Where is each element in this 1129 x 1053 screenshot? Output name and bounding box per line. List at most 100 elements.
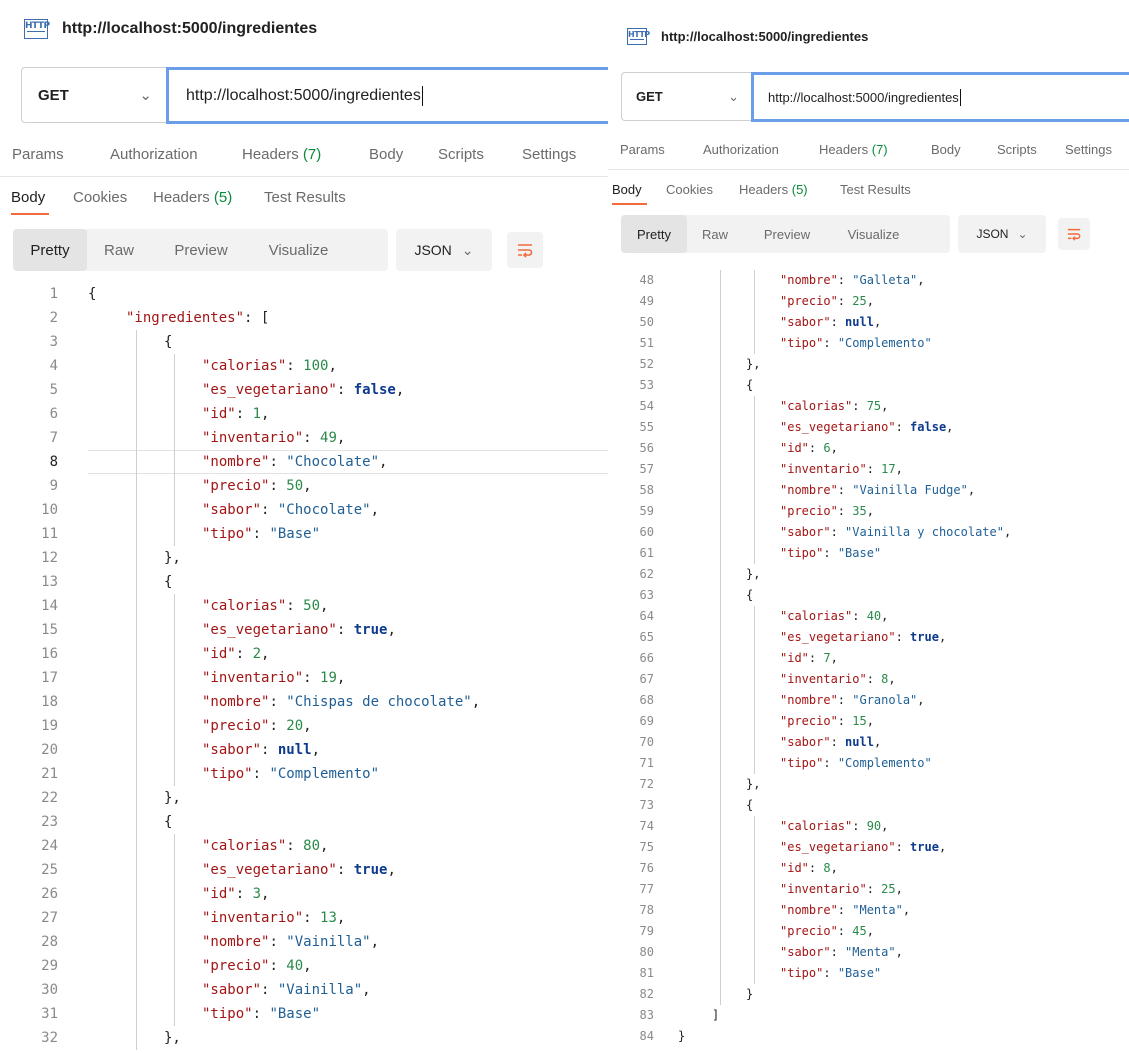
indent-guide bbox=[136, 978, 137, 1002]
url-input[interactable]: http://localhost:5000/ingredientes bbox=[751, 72, 1129, 122]
code-text: }, bbox=[164, 1026, 181, 1050]
json-punct: , bbox=[303, 718, 312, 734]
tab-label: Body bbox=[612, 182, 642, 197]
code-text: "sabor": "Vainilla y chocolate", bbox=[780, 522, 1011, 543]
line-number: 55 bbox=[639, 420, 654, 434]
code-line: 19 "precio": 20, bbox=[0, 714, 608, 738]
request-tab-authorization[interactable]: Authorization bbox=[110, 141, 198, 169]
tab-label: Headers bbox=[242, 146, 303, 163]
view-mode-raw[interactable]: Raw bbox=[87, 229, 151, 271]
indent-guide bbox=[720, 942, 721, 963]
json-punct: }, bbox=[746, 567, 761, 581]
response-body-code[interactable]: 1{2 "ingredientes": [3{4 "calorias": 100, 5… bbox=[0, 282, 608, 1053]
json-key: "calorias" bbox=[780, 399, 853, 413]
json-number: 50 bbox=[286, 478, 304, 494]
indent-guide bbox=[720, 627, 721, 648]
request-tab-headers[interactable]: Headers (7) bbox=[819, 136, 888, 164]
json-string: "Galleta" bbox=[852, 273, 918, 287]
json-key: "sabor" bbox=[780, 315, 831, 329]
indent-guide bbox=[754, 606, 755, 627]
response-tab-headers[interactable]: Headers (5) bbox=[153, 184, 232, 212]
request-tab-body[interactable]: Body bbox=[931, 136, 961, 164]
json-key: "id" bbox=[780, 651, 809, 665]
line-number: 29 bbox=[41, 958, 58, 974]
indent-guide bbox=[136, 450, 137, 474]
code-text: "es_vegetariano": false, bbox=[202, 378, 404, 402]
code-line: 14 "calorias": 50, bbox=[0, 594, 608, 618]
view-mode-preview[interactable]: Preview bbox=[151, 229, 251, 271]
code-text: "tipo": "Complemento" bbox=[780, 753, 932, 774]
code-text: "nombre": "Vainilla", bbox=[202, 930, 379, 954]
format-select[interactable]: JSON ⌄ bbox=[958, 215, 1046, 253]
json-punct: , bbox=[938, 840, 947, 854]
line-number: 15 bbox=[41, 622, 58, 638]
request-title-bar: HTTP http://localhost:5000/ingredientes bbox=[608, 24, 1129, 48]
request-tab-settings[interactable]: Settings bbox=[522, 141, 576, 169]
line-number: 61 bbox=[639, 546, 654, 560]
code-text: "es_vegetariano": true, bbox=[202, 858, 396, 882]
view-mode-preview[interactable]: Preview bbox=[743, 215, 831, 253]
method-select[interactable]: GET ⌄ bbox=[621, 72, 751, 121]
response-tab-headers[interactable]: Headers (5) bbox=[739, 176, 808, 204]
response-tab-body[interactable]: Body bbox=[11, 184, 45, 212]
wrap-lines-button[interactable] bbox=[507, 232, 543, 268]
indent-guide bbox=[136, 882, 137, 906]
response-body-code[interactable]: 48 "nombre": "Galleta", 49 "precio": 25, 50 "… bbox=[608, 270, 1129, 1053]
method-select[interactable]: GET ⌄ bbox=[21, 67, 166, 123]
wrap-icon bbox=[518, 244, 533, 258]
json-string: "Vainilla Fudge" bbox=[852, 483, 968, 497]
request-tab-headers[interactable]: Headers (7) bbox=[242, 141, 321, 169]
view-mode-pretty[interactable]: Pretty bbox=[621, 215, 687, 253]
json-punct: : bbox=[866, 462, 882, 476]
json-key: "es_vegetariano" bbox=[780, 630, 896, 644]
line-number: 73 bbox=[639, 798, 654, 812]
text-caret bbox=[959, 88, 961, 106]
json-punct: : bbox=[830, 945, 846, 959]
response-tab-test-results[interactable]: Test Results bbox=[840, 176, 911, 204]
json-key: "sabor" bbox=[202, 502, 262, 518]
json-key: "precio" bbox=[780, 714, 838, 728]
code-line: 57 "inventario": 17, bbox=[608, 459, 1129, 480]
url-input[interactable]: http://localhost:5000/ingredientes bbox=[166, 67, 608, 124]
wrap-lines-button[interactable] bbox=[1058, 218, 1090, 250]
json-punct: , bbox=[336, 910, 346, 926]
indent-guide bbox=[136, 570, 137, 594]
code-line: 65 "es_vegetariano": true, bbox=[608, 627, 1129, 648]
code-text: "nombre": "Galleta", bbox=[780, 270, 925, 291]
request-tab-params[interactable]: Params bbox=[620, 136, 665, 164]
active-tab-indicator bbox=[612, 203, 647, 205]
json-literal: true bbox=[353, 862, 388, 878]
view-mode-visualize[interactable]: Visualize bbox=[831, 215, 916, 253]
response-tab-cookies[interactable]: Cookies bbox=[73, 184, 127, 212]
code-text: }, bbox=[746, 774, 760, 795]
response-tab-cookies[interactable]: Cookies bbox=[666, 176, 713, 204]
json-key: "id" bbox=[202, 886, 236, 902]
line-number: 1 bbox=[49, 286, 58, 302]
response-tab-body[interactable]: Body bbox=[612, 176, 642, 204]
indent-guide bbox=[720, 543, 721, 564]
indent-guide bbox=[136, 354, 137, 378]
code-line: 54 "calorias": 75, bbox=[608, 396, 1129, 417]
indent-guide bbox=[754, 753, 755, 774]
request-tab-body[interactable]: Body bbox=[369, 141, 403, 169]
code-text: "inventario": 49, bbox=[202, 426, 345, 450]
request-tab-authorization[interactable]: Authorization bbox=[703, 136, 779, 164]
json-punct: }, bbox=[164, 1030, 181, 1046]
request-tab-params[interactable]: Params bbox=[12, 141, 64, 169]
json-punct: { bbox=[164, 574, 173, 590]
response-tab-test-results[interactable]: Test Results bbox=[264, 184, 346, 212]
view-mode-pretty[interactable]: Pretty bbox=[13, 229, 87, 271]
view-mode-raw[interactable]: Raw bbox=[687, 215, 743, 253]
request-tab-scripts[interactable]: Scripts bbox=[997, 136, 1037, 164]
line-number: 70 bbox=[639, 735, 654, 749]
json-number: 25 bbox=[881, 882, 896, 896]
code-text: "tipo": "Base" bbox=[780, 543, 881, 564]
request-tab-settings[interactable]: Settings bbox=[1065, 136, 1112, 164]
format-select[interactable]: JSON ⌄ bbox=[396, 229, 492, 271]
request-tab-scripts[interactable]: Scripts bbox=[438, 141, 484, 169]
code-line: 81 "tipo": "Base" bbox=[608, 963, 1129, 984]
json-key: "nombre" bbox=[780, 273, 838, 287]
divider bbox=[608, 169, 1129, 170]
json-punct: , bbox=[917, 693, 925, 707]
view-mode-visualize[interactable]: Visualize bbox=[251, 229, 346, 271]
